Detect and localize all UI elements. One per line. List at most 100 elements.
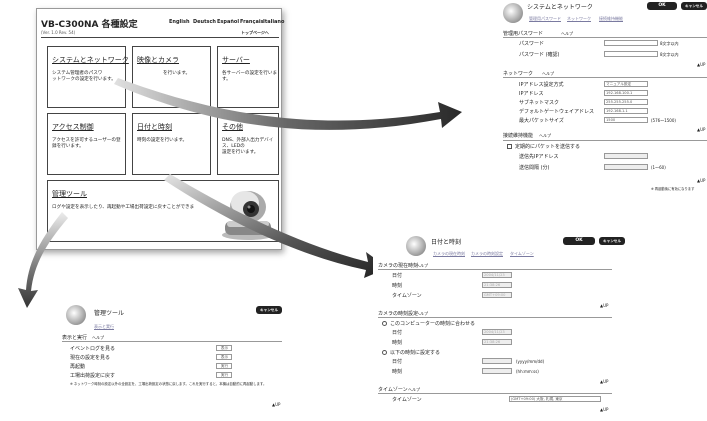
radio-button[interactable]	[382, 350, 387, 355]
section-current-time: カメラの現在時刻	[378, 263, 419, 269]
section-divider	[503, 77, 707, 78]
section-timezone: タイムゾーン	[378, 387, 408, 393]
breadcrumb-network[interactable]: ネットワーク	[567, 16, 591, 22]
breadcrumb-keepalive[interactable]: 接続維持機能	[599, 16, 623, 22]
interval-label: 送信間隔 (分)	[519, 165, 550, 171]
password-confirm-field[interactable]	[604, 51, 658, 57]
sync-date-label: 日付	[392, 330, 403, 336]
restart-note: ※ 再起動後に有効になります	[651, 187, 695, 191]
section-keepalive: 接続維持機能	[503, 133, 534, 139]
date-format-hint: (yyyy/mm/dd)	[516, 359, 545, 364]
cancel-button[interactable]: キャンセル	[256, 306, 282, 314]
ip-field[interactable]: 192.168.100.1	[604, 90, 648, 96]
password-confirm-label: パスワード (確認)	[519, 52, 560, 58]
up-link[interactable]: ▲UP	[600, 379, 608, 384]
interval-field[interactable]	[604, 164, 648, 170]
sync-time-label: 時刻	[392, 340, 403, 346]
cancel-button[interactable]: キャンセル	[681, 2, 707, 10]
ok-button[interactable]: OK	[563, 237, 595, 245]
ip-method-select[interactable]: マニュアル設定	[604, 81, 648, 87]
password-confirm-hint: 8文字以内	[660, 52, 679, 57]
password-hint: 8文字以内	[660, 41, 679, 46]
tool-row-label: 工場出荷設定に戻す	[70, 373, 116, 379]
mtu-field[interactable]: 1500	[604, 117, 648, 123]
page-title: 管理ツール	[94, 310, 125, 317]
datetime-body: カメラの現在時刻 ヘルプ 日付 2004/11/23 時刻 21:38:26 タ…	[378, 262, 612, 421]
breadcrumb-timezone[interactable]: タイムゾーン	[510, 251, 534, 257]
sync-label: このコンピューターの時刻に合わせる	[390, 321, 476, 327]
manual-date-label: 日付	[392, 359, 403, 365]
manual-date-field[interactable]	[482, 358, 512, 364]
sync-radio-row[interactable]: このコンピューターの時刻に合わせる	[382, 320, 475, 327]
timezone-label: タイムゾーン	[392, 397, 422, 403]
camera-icon	[406, 236, 426, 256]
password-field[interactable]	[604, 40, 658, 46]
gateway-field[interactable]: 192.168.1.1	[604, 108, 648, 114]
tool-row-button[interactable]: 表示	[216, 345, 232, 351]
sync-date-field: 2004/11/23	[482, 329, 512, 335]
tool-row-button[interactable]: 表示	[216, 354, 232, 360]
dest-ip-label: 送信先IPアドレス	[519, 154, 559, 160]
section-divider	[503, 37, 707, 38]
section-divider	[503, 140, 707, 141]
tool-row-button[interactable]: 実行	[216, 372, 232, 378]
breadcrumb-password[interactable]: 管理用パスワード	[529, 16, 561, 22]
ip-label: IPアドレス	[519, 91, 544, 97]
section-time-setting: カメラの時刻設定	[378, 311, 419, 317]
breadcrumb-view-run[interactable]: 表示と実行	[94, 324, 114, 330]
breadcrumb-current[interactable]: カメラの現在時刻	[433, 251, 465, 257]
current-time-label: 時刻	[392, 283, 403, 289]
arrow-to-tools	[18, 212, 68, 308]
page-title: 日付と時刻	[431, 239, 462, 246]
admin-tools-window: 管理ツール キャンセル 表示と実行 表示と実行 ヘルプ イベントログを見る 表示…	[50, 302, 286, 421]
mask-label: サブネットマスク	[519, 100, 560, 106]
arrow-to-datetime	[164, 174, 388, 278]
mtu-range: (576〜1500)	[651, 118, 676, 123]
time-format-hint: (hh:mm:ss)	[516, 369, 539, 374]
ok-button[interactable]: OK	[647, 2, 677, 10]
section-divider	[378, 269, 612, 270]
section-divider	[378, 393, 612, 394]
section-network: ネットワーク	[503, 71, 534, 77]
checkbox[interactable]	[507, 144, 512, 149]
current-time-field: 21:38:26	[482, 282, 512, 288]
breadcrumb-setting[interactable]: カメラの時刻設定	[471, 251, 503, 257]
up-link[interactable]: ▲UP	[272, 402, 280, 407]
section-divider	[62, 341, 282, 342]
section-password: 管理用パスワード	[503, 31, 544, 37]
mask-field[interactable]: 255.255.255.0	[604, 99, 648, 105]
radio-button[interactable]	[382, 321, 387, 326]
current-date-field: 2004/11/23	[482, 272, 512, 278]
up-link[interactable]: ▲UP	[600, 407, 608, 412]
tool-row-button[interactable]: 実行	[216, 363, 232, 369]
arrow-to-network	[114, 78, 462, 130]
up-link[interactable]: ▲UP	[600, 303, 608, 308]
manual-label: 以下の時刻に設定する	[390, 350, 441, 356]
up-link[interactable]: ▲UP	[697, 127, 705, 132]
up-link[interactable]: ▲UP	[697, 62, 705, 67]
manual-time-field[interactable]	[482, 368, 512, 374]
mtu-label: 最大パケットサイズ	[519, 118, 564, 124]
tool-row-label: 再起動	[70, 364, 86, 370]
cancel-button[interactable]: キャンセル	[599, 237, 625, 245]
keepalive-checkbox-row[interactable]: 定期的にパケットを送信する	[507, 143, 580, 150]
tool-row-label: 現在の設定を見る	[70, 355, 111, 361]
dest-ip-field[interactable]	[604, 153, 648, 159]
current-tz-label: タイムゾーン	[392, 293, 422, 299]
keepalive-label: 定期的にパケットを送信する	[515, 144, 581, 150]
section-divider	[378, 317, 612, 318]
manual-radio-row[interactable]: 以下の時刻に設定する	[382, 349, 440, 356]
ip-method-label: IPアドレス設定方式	[519, 82, 564, 88]
timezone-select[interactable]: (GMT+09:00) 大阪, 札幌, 東京	[509, 396, 601, 402]
section-view-run: 表示と実行	[62, 335, 88, 341]
factory-reset-note: ※ ネットワーク時刻の設定以外の全設定を、工場出荷設定の状態に戻します。これを実…	[70, 382, 267, 386]
network-settings-window: システムとネットワーク OK キャンセル 管理用パスワード ネットワーク 接続維…	[501, 0, 707, 143]
camera-icon	[66, 305, 86, 325]
camera-icon	[503, 3, 523, 23]
interval-range: (1〜60)	[651, 165, 666, 170]
up-link[interactable]: ▲UP	[697, 178, 705, 183]
composite-screenshot: VB-C300NA 各種設定 (Ver. 1.0 Rev. 54) Englis…	[0, 0, 707, 421]
tool-row-label: イベントログを見る	[70, 346, 116, 352]
current-tz-field: GMT+09:00	[482, 292, 512, 298]
password-label: パスワード	[519, 41, 545, 47]
